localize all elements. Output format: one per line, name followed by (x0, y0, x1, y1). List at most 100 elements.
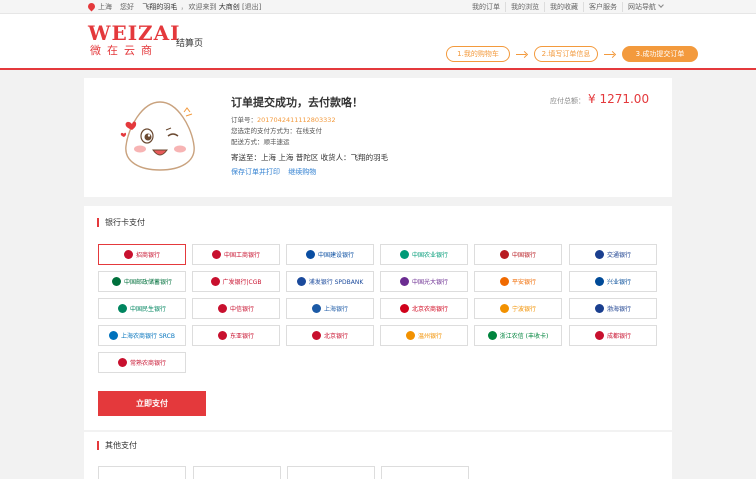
bank-option[interactable]: 广发银行|CGB (192, 271, 280, 292)
bank-logo-icon (111, 277, 121, 286)
bank-logo-icon (499, 250, 509, 259)
bank-name: 广发银行|CGB (222, 279, 262, 286)
bank-logo-icon (311, 304, 321, 313)
step-submitted: 3.成功提交订单 (622, 46, 698, 62)
bank-option[interactable]: 上海银行 (286, 298, 374, 319)
pay-now-button[interactable]: 立即支付 (98, 391, 206, 416)
chevron-down-icon (658, 2, 664, 8)
greeting-text: 您好 (120, 3, 134, 11)
bank-name: 北京农商银行 (411, 306, 448, 313)
location-selector[interactable]: 上海 (88, 2, 112, 12)
bank-logo-icon (109, 331, 119, 340)
bank-name: 交通银行 (606, 252, 631, 259)
site-nav-menu[interactable]: 网站导航 (622, 2, 668, 12)
bank-name: 成都银行 (606, 333, 631, 340)
bank-name: 中信银行 (229, 306, 254, 313)
bank-option[interactable]: 成都银行 (569, 325, 657, 346)
order-number-label: 订单号： (231, 116, 257, 124)
bank-logo-icon (399, 277, 409, 286)
bank-logo-icon (594, 304, 604, 313)
bank-option[interactable]: 宁波银行 (474, 298, 562, 319)
bank-logo-icon (487, 331, 497, 340)
bank-name: 招商银行 (135, 252, 160, 259)
bank-name: 北京银行 (323, 333, 348, 340)
bank-option[interactable]: 东亚银行 (192, 325, 280, 346)
bank-name: 浦发银行 SPDBANK (308, 279, 364, 286)
bank-logo-icon (210, 277, 220, 286)
top-bar: 上海 您好 飞翔的羽毛 ，欢迎来到 大商创 [退出] 我的订单 我的浏览 我的收… (0, 0, 756, 14)
bank-logo-icon (305, 250, 315, 259)
bank-name: 中国建设银行 (317, 252, 354, 259)
bank-name: 上海银行 (323, 306, 348, 313)
step-fill-order: 2.填写订单信息 (534, 46, 614, 62)
bank-option[interactable]: 兴业银行 (569, 271, 657, 292)
bank-name: 中国银行 (511, 252, 536, 259)
arrow-right-icon (604, 54, 614, 55)
bank-option[interactable]: 北京农商银行 (380, 298, 468, 319)
bank-option[interactable]: 上海农商银行 SRCB (98, 325, 186, 346)
total-amount: ¥ 1271.00 (588, 92, 650, 106)
bank-name: 中国民生银行 (129, 306, 166, 313)
bank-option[interactable]: 平安银行 (474, 271, 562, 292)
bank-logo-icon (399, 304, 409, 313)
bank-option[interactable]: 中国工商银行 (192, 244, 280, 265)
bank-option[interactable]: 浙江农信 (丰收卡) (474, 325, 562, 346)
shipping-address: 寄送至：上海 上海 普陀区 收货人：飞翔的羽毛 (231, 153, 389, 162)
bank-option[interactable]: 中国银行 (474, 244, 562, 265)
username-link[interactable]: 飞翔的羽毛 (142, 3, 177, 11)
bank-logo-icon (499, 277, 509, 286)
bank-name: 兴业银行 (606, 279, 631, 286)
bank-name: 中国农业银行 (411, 252, 448, 259)
other-payment-option[interactable] (287, 466, 375, 479)
bank-name: 中国工商银行 (223, 252, 260, 259)
other-payment-option[interactable] (98, 466, 186, 479)
other-payment: 其他支付 (84, 432, 672, 479)
order-summary: 订单提交成功，去付款咯！ 订单号：2017042411112803332 您选定… (84, 78, 672, 197)
bank-name: 平安银行 (511, 279, 536, 286)
shipping-method: 配送方式：顺丰速运 (231, 138, 290, 146)
continue-shopping-link[interactable]: 继续购物 (288, 168, 316, 176)
bank-option[interactable]: 中国农业银行 (380, 244, 468, 265)
my-history-link[interactable]: 我的浏览 (505, 2, 544, 12)
bank-logo-icon (405, 331, 415, 340)
bank-option[interactable]: 中国建设银行 (286, 244, 374, 265)
bank-card-payment: 银行卡支付 招商银行 中国工商银行 中国建设银行 中国农业银行 中国银行 交通银行 中国邮政… (84, 206, 672, 430)
mascot-illustration (120, 101, 195, 171)
summary-links: 保存订单并打印 继续购物 (231, 167, 316, 177)
bank-option[interactable]: 中国民生银行 (98, 298, 186, 319)
location-label: 上海 (98, 3, 112, 11)
bank-option[interactable]: 招商银行 (98, 244, 186, 265)
bank-logo-icon (399, 250, 409, 259)
my-favorites-link[interactable]: 我的收藏 (544, 2, 583, 12)
bank-logo-icon (217, 304, 227, 313)
bank-logo-icon (117, 304, 127, 313)
step-cart: 1.我的购物车 (446, 46, 526, 62)
other-payment-option[interactable] (193, 466, 281, 479)
bank-option[interactable]: 常熟农商银行 (98, 352, 186, 373)
bank-option[interactable]: 浦发银行 SPDBANK (286, 271, 374, 292)
print-order-link[interactable]: 保存订单并打印 (231, 168, 280, 176)
site-logo[interactable]: WEIZAI 微在云商 (88, 22, 180, 58)
bank-name: 浙江农信 (丰收卡) (499, 333, 549, 340)
bank-logo-icon (594, 277, 604, 286)
bank-logo-icon (594, 250, 604, 259)
total-label: 应付总额： (550, 97, 585, 105)
step-fill-order-label: 2.填写订单信息 (541, 50, 591, 58)
bank-logo-icon (499, 304, 509, 313)
bank-name: 东亚银行 (229, 333, 254, 340)
welcome-text: 欢迎来到 (188, 3, 217, 11)
bank-option[interactable]: 交通银行 (569, 244, 657, 265)
site-name: 大商创 (218, 3, 240, 11)
other-payment-option[interactable] (381, 466, 469, 479)
customer-service-link[interactable]: 客户服务 (583, 2, 622, 12)
bank-option[interactable]: 中国光大银行 (380, 271, 468, 292)
bank-option[interactable]: 北京银行 (286, 325, 374, 346)
bank-option[interactable]: 温州银行 (380, 325, 468, 346)
logout-link[interactable]: [退出] (242, 3, 261, 11)
my-orders-link[interactable]: 我的订单 (467, 2, 505, 12)
user-greeting: 您好 飞翔的羽毛 ，欢迎来到 大商创 [退出] (120, 3, 262, 11)
bank-option[interactable]: 中信银行 (192, 298, 280, 319)
bank-option[interactable]: 中国邮政储蓄银行 (98, 271, 186, 292)
order-number: 2017042411112803332 (257, 116, 336, 124)
bank-option[interactable]: 渤海银行 (569, 298, 657, 319)
